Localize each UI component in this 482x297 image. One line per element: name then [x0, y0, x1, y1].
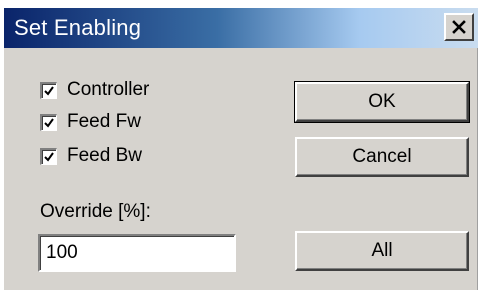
checkmark-icon: [44, 85, 54, 96]
close-button[interactable]: [444, 13, 474, 41]
feed-bw-label: Feed Bw: [67, 145, 142, 166]
override-input[interactable]: [38, 234, 236, 272]
all-button[interactable]: All: [295, 231, 469, 271]
feed-fw-label: Feed Fw: [67, 111, 141, 132]
cancel-button[interactable]: Cancel: [295, 137, 469, 177]
override-label: Override [%]:: [40, 201, 151, 222]
checkbox-row-feed-bw[interactable]: Feed Bw: [40, 144, 142, 168]
controller-checkbox[interactable]: [40, 81, 57, 99]
close-x-icon: [452, 20, 466, 34]
feed-bw-checkbox[interactable]: [40, 147, 57, 165]
dialog-title: Set Enabling: [14, 15, 142, 40]
title-bar[interactable]: Set Enabling: [4, 8, 478, 48]
controller-label: Controller: [67, 79, 150, 100]
checkbox-row-feed-fw[interactable]: Feed Fw: [40, 110, 141, 134]
checkmark-icon: [44, 117, 54, 128]
feed-fw-checkbox[interactable]: [40, 113, 57, 131]
checkmark-icon: [44, 151, 54, 162]
set-enabling-dialog: Set Enabling Controller Feed Fw Feed Bw …: [4, 8, 478, 290]
checkbox-row-controller[interactable]: Controller: [40, 78, 149, 102]
ok-button[interactable]: OK: [294, 81, 470, 123]
